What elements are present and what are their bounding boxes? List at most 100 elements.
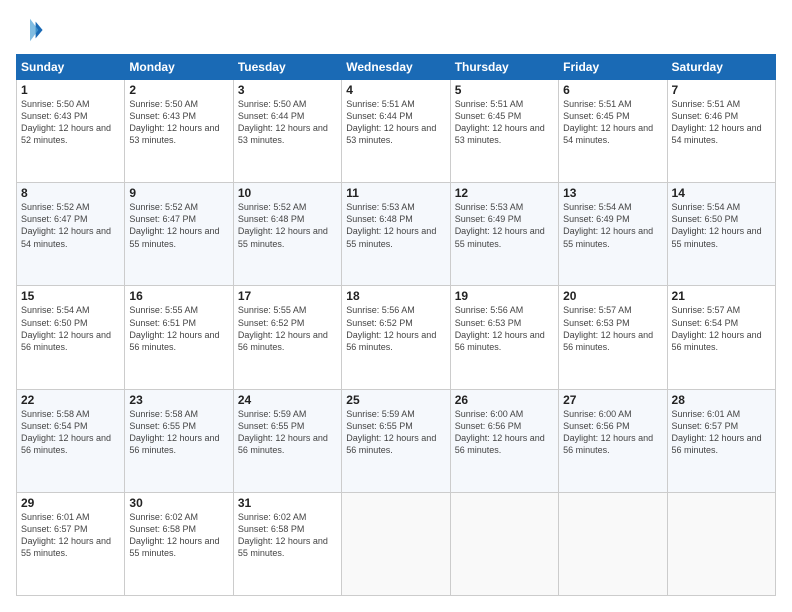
day-number: 8 [21, 186, 120, 200]
day-info: Sunrise: 5:51 AMSunset: 6:46 PMDaylight:… [672, 99, 762, 145]
calendar-day-cell: 21 Sunrise: 5:57 AMSunset: 6:54 PMDaylig… [667, 286, 775, 389]
day-info: Sunrise: 6:02 AMSunset: 6:58 PMDaylight:… [238, 512, 328, 558]
header [16, 16, 776, 44]
day-number: 29 [21, 496, 120, 510]
logo-icon [16, 16, 44, 44]
calendar-day-header: Saturday [667, 55, 775, 80]
day-number: 17 [238, 289, 337, 303]
calendar-day-cell: 24 Sunrise: 5:59 AMSunset: 6:55 PMDaylig… [233, 389, 341, 492]
day-number: 24 [238, 393, 337, 407]
day-info: Sunrise: 5:56 AMSunset: 6:53 PMDaylight:… [455, 305, 545, 351]
calendar-day-cell: 15 Sunrise: 5:54 AMSunset: 6:50 PMDaylig… [17, 286, 125, 389]
calendar-day-header: Friday [559, 55, 667, 80]
day-number: 5 [455, 83, 554, 97]
calendar-table: SundayMondayTuesdayWednesdayThursdayFrid… [16, 54, 776, 596]
day-number: 19 [455, 289, 554, 303]
calendar-header-row: SundayMondayTuesdayWednesdayThursdayFrid… [17, 55, 776, 80]
day-number: 11 [346, 186, 445, 200]
calendar-day-cell: 20 Sunrise: 5:57 AMSunset: 6:53 PMDaylig… [559, 286, 667, 389]
day-info: Sunrise: 6:02 AMSunset: 6:58 PMDaylight:… [129, 512, 219, 558]
calendar-day-cell: 12 Sunrise: 5:53 AMSunset: 6:49 PMDaylig… [450, 183, 558, 286]
day-info: Sunrise: 5:53 AMSunset: 6:48 PMDaylight:… [346, 202, 436, 248]
day-info: Sunrise: 5:52 AMSunset: 6:48 PMDaylight:… [238, 202, 328, 248]
calendar-day-cell: 27 Sunrise: 6:00 AMSunset: 6:56 PMDaylig… [559, 389, 667, 492]
calendar-day-cell: 29 Sunrise: 6:01 AMSunset: 6:57 PMDaylig… [17, 492, 125, 595]
calendar-day-cell: 25 Sunrise: 5:59 AMSunset: 6:55 PMDaylig… [342, 389, 450, 492]
day-number: 4 [346, 83, 445, 97]
calendar-day-cell: 26 Sunrise: 6:00 AMSunset: 6:56 PMDaylig… [450, 389, 558, 492]
day-info: Sunrise: 6:00 AMSunset: 6:56 PMDaylight:… [455, 409, 545, 455]
calendar-day-cell: 1 Sunrise: 5:50 AMSunset: 6:43 PMDayligh… [17, 80, 125, 183]
day-info: Sunrise: 5:51 AMSunset: 6:45 PMDaylight:… [455, 99, 545, 145]
day-info: Sunrise: 5:52 AMSunset: 6:47 PMDaylight:… [21, 202, 111, 248]
calendar-day-cell: 13 Sunrise: 5:54 AMSunset: 6:49 PMDaylig… [559, 183, 667, 286]
day-number: 12 [455, 186, 554, 200]
calendar-day-cell: 23 Sunrise: 5:58 AMSunset: 6:55 PMDaylig… [125, 389, 233, 492]
calendar-day-cell: 16 Sunrise: 5:55 AMSunset: 6:51 PMDaylig… [125, 286, 233, 389]
day-info: Sunrise: 5:51 AMSunset: 6:44 PMDaylight:… [346, 99, 436, 145]
day-number: 13 [563, 186, 662, 200]
day-number: 9 [129, 186, 228, 200]
day-number: 10 [238, 186, 337, 200]
day-number: 2 [129, 83, 228, 97]
day-number: 30 [129, 496, 228, 510]
day-info: Sunrise: 5:58 AMSunset: 6:54 PMDaylight:… [21, 409, 111, 455]
calendar-day-cell: 18 Sunrise: 5:56 AMSunset: 6:52 PMDaylig… [342, 286, 450, 389]
day-info: Sunrise: 5:56 AMSunset: 6:52 PMDaylight:… [346, 305, 436, 351]
calendar-body: 1 Sunrise: 5:50 AMSunset: 6:43 PMDayligh… [17, 80, 776, 596]
calendar-week-row: 1 Sunrise: 5:50 AMSunset: 6:43 PMDayligh… [17, 80, 776, 183]
day-number: 21 [672, 289, 771, 303]
calendar-day-cell: 2 Sunrise: 5:50 AMSunset: 6:43 PMDayligh… [125, 80, 233, 183]
calendar-day-cell: 3 Sunrise: 5:50 AMSunset: 6:44 PMDayligh… [233, 80, 341, 183]
calendar-week-row: 22 Sunrise: 5:58 AMSunset: 6:54 PMDaylig… [17, 389, 776, 492]
calendar-day-header: Thursday [450, 55, 558, 80]
day-number: 18 [346, 289, 445, 303]
calendar-day-cell: 17 Sunrise: 5:55 AMSunset: 6:52 PMDaylig… [233, 286, 341, 389]
calendar-day-header: Sunday [17, 55, 125, 80]
calendar-day-cell: 9 Sunrise: 5:52 AMSunset: 6:47 PMDayligh… [125, 183, 233, 286]
page: SundayMondayTuesdayWednesdayThursdayFrid… [0, 0, 792, 612]
day-number: 14 [672, 186, 771, 200]
day-info: Sunrise: 6:01 AMSunset: 6:57 PMDaylight:… [21, 512, 111, 558]
calendar-day-header: Tuesday [233, 55, 341, 80]
calendar-day-cell: 28 Sunrise: 6:01 AMSunset: 6:57 PMDaylig… [667, 389, 775, 492]
day-info: Sunrise: 5:50 AMSunset: 6:43 PMDaylight:… [129, 99, 219, 145]
day-number: 26 [455, 393, 554, 407]
day-info: Sunrise: 5:57 AMSunset: 6:54 PMDaylight:… [672, 305, 762, 351]
calendar-day-cell: 6 Sunrise: 5:51 AMSunset: 6:45 PMDayligh… [559, 80, 667, 183]
day-info: Sunrise: 5:54 AMSunset: 6:50 PMDaylight:… [672, 202, 762, 248]
day-info: Sunrise: 5:50 AMSunset: 6:43 PMDaylight:… [21, 99, 111, 145]
calendar-week-row: 29 Sunrise: 6:01 AMSunset: 6:57 PMDaylig… [17, 492, 776, 595]
calendar-day-cell: 22 Sunrise: 5:58 AMSunset: 6:54 PMDaylig… [17, 389, 125, 492]
day-info: Sunrise: 6:00 AMSunset: 6:56 PMDaylight:… [563, 409, 653, 455]
calendar-day-cell: 14 Sunrise: 5:54 AMSunset: 6:50 PMDaylig… [667, 183, 775, 286]
calendar-day-header: Wednesday [342, 55, 450, 80]
day-info: Sunrise: 5:55 AMSunset: 6:52 PMDaylight:… [238, 305, 328, 351]
day-info: Sunrise: 5:54 AMSunset: 6:50 PMDaylight:… [21, 305, 111, 351]
day-number: 1 [21, 83, 120, 97]
day-number: 20 [563, 289, 662, 303]
calendar-day-cell: 10 Sunrise: 5:52 AMSunset: 6:48 PMDaylig… [233, 183, 341, 286]
day-number: 6 [563, 83, 662, 97]
day-number: 23 [129, 393, 228, 407]
calendar-week-row: 8 Sunrise: 5:52 AMSunset: 6:47 PMDayligh… [17, 183, 776, 286]
calendar-day-cell [667, 492, 775, 595]
day-number: 3 [238, 83, 337, 97]
day-number: 15 [21, 289, 120, 303]
day-number: 22 [21, 393, 120, 407]
day-number: 27 [563, 393, 662, 407]
day-number: 31 [238, 496, 337, 510]
day-number: 16 [129, 289, 228, 303]
day-info: Sunrise: 5:50 AMSunset: 6:44 PMDaylight:… [238, 99, 328, 145]
calendar-day-cell: 31 Sunrise: 6:02 AMSunset: 6:58 PMDaylig… [233, 492, 341, 595]
day-info: Sunrise: 6:01 AMSunset: 6:57 PMDaylight:… [672, 409, 762, 455]
day-info: Sunrise: 5:52 AMSunset: 6:47 PMDaylight:… [129, 202, 219, 248]
calendar-day-cell: 4 Sunrise: 5:51 AMSunset: 6:44 PMDayligh… [342, 80, 450, 183]
day-info: Sunrise: 5:53 AMSunset: 6:49 PMDaylight:… [455, 202, 545, 248]
day-info: Sunrise: 5:54 AMSunset: 6:49 PMDaylight:… [563, 202, 653, 248]
day-info: Sunrise: 5:59 AMSunset: 6:55 PMDaylight:… [346, 409, 436, 455]
calendar-day-header: Monday [125, 55, 233, 80]
calendar-day-cell: 11 Sunrise: 5:53 AMSunset: 6:48 PMDaylig… [342, 183, 450, 286]
day-number: 25 [346, 393, 445, 407]
calendar-day-cell [559, 492, 667, 595]
